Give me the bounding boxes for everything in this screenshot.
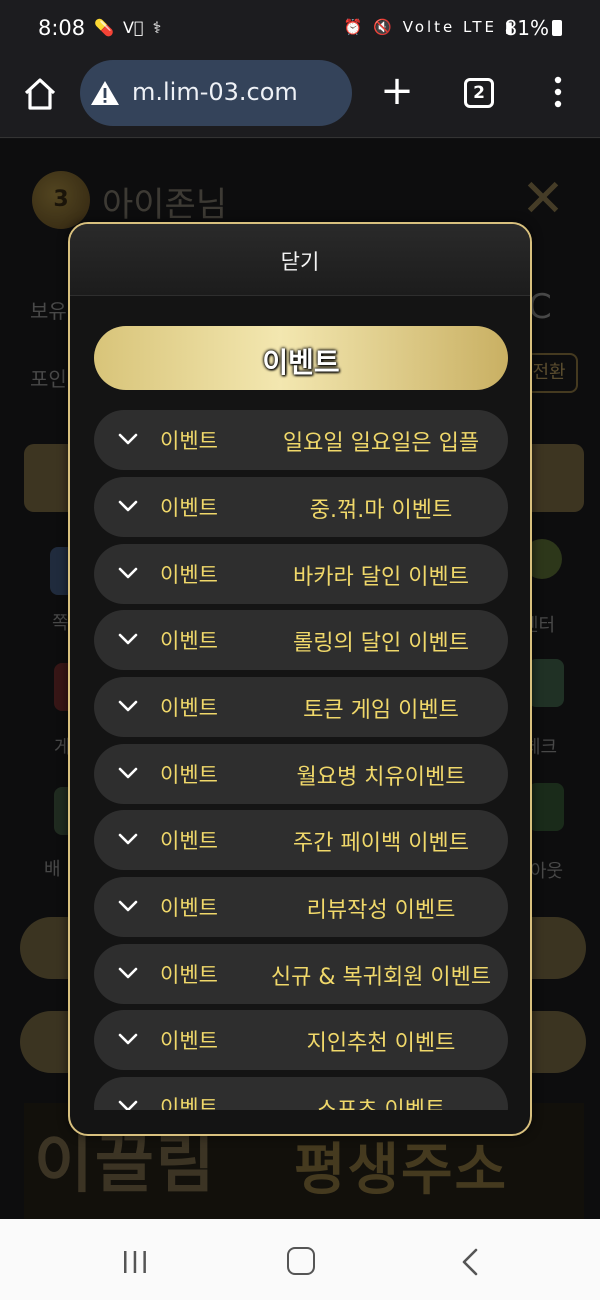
event-item[interactable]: 이벤트 일요일 일요일은 입플 — [94, 410, 508, 470]
event-name: 롤링의 달인 이벤트 — [293, 631, 469, 656]
event-item[interactable]: 이벤트 바카라 달인 이벤트 — [94, 544, 508, 604]
recent-apps-icon[interactable] — [120, 1249, 150, 1275]
event-title-bar: 이벤트 — [94, 326, 508, 390]
modal-close-bar[interactable]: 닫기 — [70, 224, 530, 296]
chevron-down-icon — [118, 1100, 138, 1110]
event-category: 이벤트 — [160, 1029, 218, 1053]
event-item[interactable]: 이벤트 신규 & 복귀회원 이벤트 — [94, 944, 508, 1004]
battery-icon — [552, 20, 562, 36]
home-icon — [24, 78, 56, 110]
browser-home-button[interactable] — [20, 74, 60, 114]
event-name: 중.꺾.마 이벤트 — [309, 498, 453, 523]
system-status-icons: ⏰ 🔇 Volte LTE ▮ — [343, 18, 516, 36]
warning-icon[interactable] — [90, 80, 120, 106]
browser-toolbar: m.lim-03.com + 2 — [0, 58, 600, 138]
event-category: 이벤트 — [160, 763, 218, 787]
status-bar: 8:08 💊 V⃣ ⚕ ⏰ 🔇 Volte LTE ▮ 81% — [0, 0, 600, 58]
status-time: 8:08 — [38, 16, 86, 40]
battery-indicator: 81% — [505, 16, 562, 40]
event-name: 일요일 일요일은 입플 — [282, 431, 480, 456]
event-modal: 닫기 이벤트 이벤트 일요일 일요일은 입플 이벤트 중.꺾.마 이벤트 이벤트… — [68, 222, 532, 1136]
event-item[interactable]: 이벤트 주간 페이백 이벤트 — [94, 810, 508, 870]
chevron-down-icon — [118, 433, 138, 445]
event-item[interactable]: 이벤트 토큰 게임 이벤트 — [94, 677, 508, 737]
event-category: 이벤트 — [160, 429, 218, 453]
event-list[interactable]: 이벤트 일요일 일요일은 입플 이벤트 중.꺾.마 이벤트 이벤트 바카라 달인… — [94, 410, 508, 1110]
modal-close-button[interactable]: 닫기 — [70, 246, 530, 276]
event-item[interactable]: 이벤트 스포츠 이벤트 — [94, 1077, 508, 1110]
chevron-down-icon — [118, 767, 138, 779]
url-text[interactable]: m.lim-03.com — [132, 78, 298, 106]
event-category: 이벤트 — [160, 829, 218, 853]
event-category: 이벤트 — [160, 496, 218, 520]
chevron-down-icon — [118, 633, 138, 645]
event-name: 지인추천 이벤트 — [306, 1031, 456, 1056]
event-item[interactable]: 이벤트 중.꺾.마 이벤트 — [94, 477, 508, 537]
battery-percent: 81% — [504, 16, 549, 40]
screen: 8:08 💊 V⃣ ⚕ ⏰ 🔇 Volte LTE ▮ 81% m.lim-03… — [0, 0, 600, 1300]
system-nav-bar — [0, 1219, 600, 1300]
event-category: 이벤트 — [160, 1096, 218, 1110]
chevron-down-icon — [118, 500, 138, 512]
back-icon[interactable] — [458, 1247, 482, 1277]
event-item[interactable]: 이벤트 지인추천 이벤트 — [94, 1010, 508, 1070]
chevron-down-icon — [118, 700, 138, 712]
chevron-down-icon — [118, 1033, 138, 1045]
event-name: 바카라 달인 이벤트 — [293, 565, 469, 590]
event-category: 이벤트 — [160, 963, 218, 987]
chevron-down-icon — [118, 567, 138, 579]
event-name: 스포츠 이벤트 — [254, 1092, 508, 1110]
event-name: 신규 & 복귀회원 이벤트 — [270, 965, 492, 990]
chevron-down-icon — [118, 967, 138, 979]
event-item[interactable]: 이벤트 월요병 치유이벤트 — [94, 744, 508, 804]
event-category: 이벤트 — [160, 629, 218, 653]
home-icon[interactable] — [287, 1247, 315, 1275]
tab-switcher-button[interactable]: 2 — [464, 78, 494, 108]
event-item[interactable]: 이벤트 롤링의 달인 이벤트 — [94, 610, 508, 670]
event-name: 월요병 치유이벤트 — [296, 765, 466, 790]
event-name: 토큰 게임 이벤트 — [303, 698, 459, 723]
notification-icons: 💊 V⃣ ⚕ — [94, 18, 164, 37]
event-category: 이벤트 — [160, 563, 218, 587]
more-vert-icon — [554, 76, 562, 108]
event-title: 이벤트 — [262, 346, 340, 379]
event-name: 주간 페이백 이벤트 — [293, 831, 469, 856]
event-category: 이벤트 — [160, 696, 218, 720]
event-name: 리뷰작성 이벤트 — [306, 898, 456, 923]
event-item[interactable]: 이벤트 리뷰작성 이벤트 — [94, 877, 508, 937]
browser-menu-button[interactable] — [546, 74, 570, 110]
event-category: 이벤트 — [160, 896, 218, 920]
chevron-down-icon — [118, 833, 138, 845]
new-tab-button[interactable]: + — [378, 70, 416, 114]
chevron-down-icon — [118, 900, 138, 912]
address-bar[interactable]: m.lim-03.com — [80, 60, 352, 126]
